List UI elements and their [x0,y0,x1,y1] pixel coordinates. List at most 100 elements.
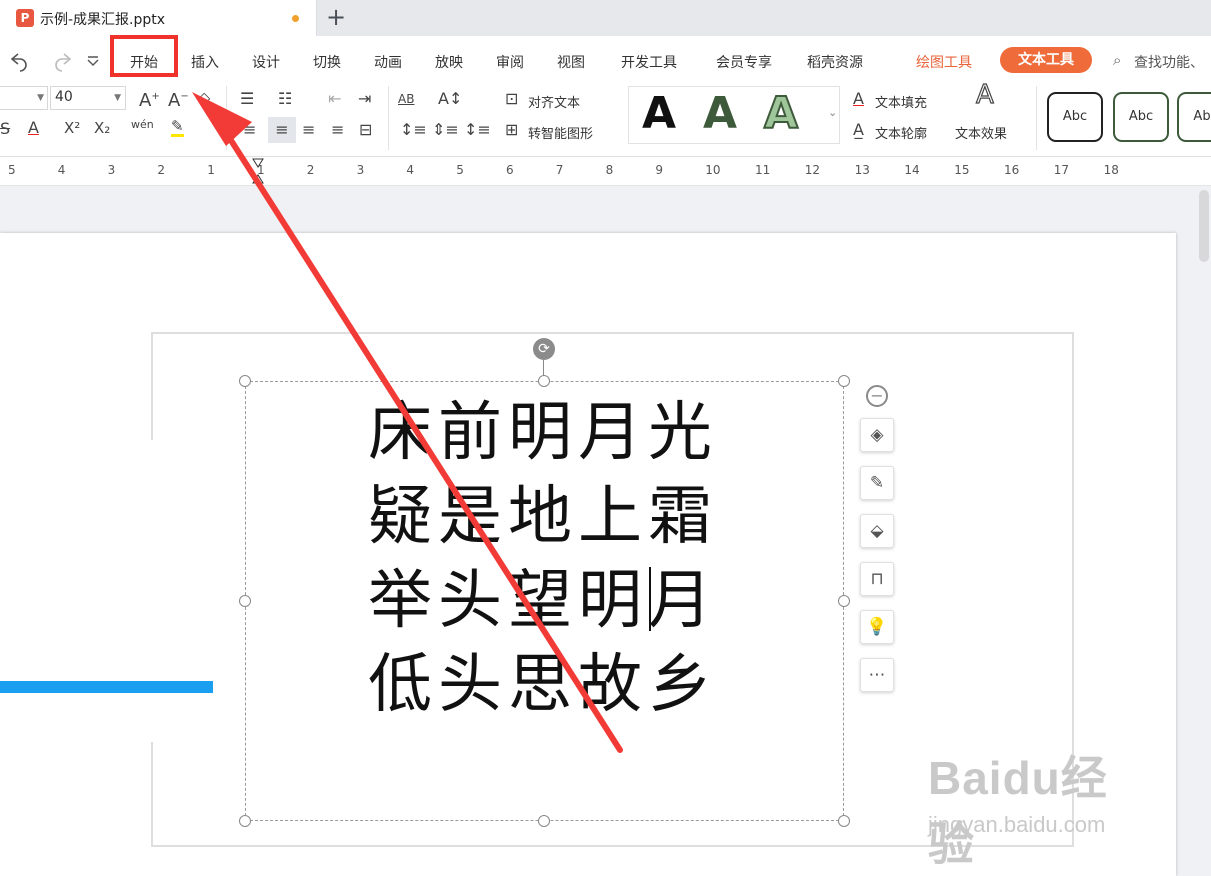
text-cursor [649,567,651,631]
ruler-tick-label: 4 [406,163,415,177]
menu-docer[interactable]: 稻壳资源 [807,52,863,72]
ruler-tick-label: 17 [1053,163,1070,177]
ruler-tick-label: 3 [356,163,365,177]
menu-text-tools[interactable]: 文本工具 [1000,47,1092,73]
document-title[interactable]: 示例-成果汇报.pptx [40,9,165,29]
ruler-tick-label: 4 [57,163,66,177]
ribbon-divider [388,86,389,150]
menu-view[interactable]: 视图 [557,52,585,72]
menu-design[interactable]: 设计 [252,52,280,72]
rotate-handle-icon[interactable]: ⟳ [533,338,555,360]
increase-indent-icon[interactable]: ⇥ [358,90,371,108]
increase-font-icon[interactable]: A+ [139,88,160,110]
customize-toolbar-icon[interactable] [87,56,99,66]
align-left-icon[interactable]: ≡ [243,121,256,139]
text-fill-icon[interactable]: A [853,90,864,108]
bullet-list-icon[interactable]: ☰ [240,90,254,108]
ruler-tick-label: 18 [1103,163,1119,177]
line-spacing-icon[interactable]: ↕≡ [400,121,427,139]
text-style-green[interactable]: A [703,88,737,140]
menu-developer[interactable]: 开发工具 [621,52,677,72]
distribute-icon[interactable]: ⊟ [359,121,372,139]
resize-handle-top-right[interactable] [838,375,850,387]
align-right-icon[interactable]: ≡ [302,121,315,139]
more-styles-icon[interactable]: ⌄ [828,104,837,122]
presentation-icon: P [16,9,34,27]
resize-handle-right[interactable] [838,595,850,607]
align-text-button[interactable]: 对齐文本 [528,92,580,111]
phonetic-guide-icon[interactable]: wén [131,116,154,134]
paragraph-spacing-icon[interactable]: ⇕≡ [432,121,459,139]
decrease-font-icon[interactable]: A− [168,88,189,110]
text-direction-icon[interactable]: A↕ [438,90,462,108]
indent-marker-icon[interactable] [251,157,265,185]
resize-handle-left[interactable] [239,595,251,607]
watermark-logo: Baidu经验 [928,752,1108,870]
superscript-icon[interactable]: X² [64,119,80,137]
more-options-icon[interactable]: ⋯ [860,658,894,692]
menu-animations[interactable]: 动画 [374,52,402,72]
poem-line-1[interactable]: 床前明月光 [368,398,718,468]
smart-shape-icon[interactable]: ⊞ [505,121,518,139]
resize-handle-top-left[interactable] [239,375,251,387]
collapse-toolbar-icon[interactable]: − [866,385,888,407]
vertical-scrollbar[interactable] [1199,190,1209,262]
character-spacing-icon[interactable]: AB [398,90,414,108]
text-style-black[interactable]: A [642,88,676,140]
poem-line-3[interactable]: 举头望明月 [368,566,718,636]
menu-drawing-tools[interactable]: 绘图工具 [916,52,972,72]
menu-member[interactable]: 会员专享 [716,52,772,72]
menu-transitions[interactable]: 切换 [313,52,341,72]
ruler-tick-label: 8 [605,163,614,177]
layers-icon[interactable]: ◈ [860,418,894,452]
align-text-icon[interactable]: ⊡ [505,90,518,108]
menu-slideshow[interactable]: 放映 [435,52,463,72]
undo-icon[interactable] [10,53,27,72]
highlight-icon[interactable]: ✎ [171,118,184,137]
align-center-icon[interactable]: ≡ [268,117,296,143]
new-tab-button[interactable]: + [326,4,346,30]
resize-handle-bottom[interactable] [538,815,550,827]
resize-handle-bottom-right[interactable] [838,815,850,827]
poem-line-2[interactable]: 疑是地上霜 [368,482,718,552]
ruler-tick-label: 5 [456,163,464,177]
subscript-icon[interactable]: X₂ [94,119,110,137]
search-icon[interactable]: ⌕ [1113,51,1121,69]
resize-handle-top[interactable] [538,375,550,387]
decrease-indent-icon[interactable]: ⇤ [328,90,341,108]
phonetic-label: wén [131,118,154,131]
menu-review[interactable]: 审阅 [496,52,524,72]
shape-style-2[interactable]: Abc [1113,92,1169,142]
font-size-input[interactable]: 40 ▼ [50,86,126,110]
numbered-list-icon[interactable]: ☷ [278,90,292,108]
strikethrough-icon[interactable]: S [0,120,10,138]
brush-icon[interactable]: ✎ [860,466,894,500]
text-outline-icon[interactable]: A̲ [853,121,864,139]
ruler-tick-label: 10 [705,163,721,177]
paragraph-settings-icon[interactable]: ↕≡ [464,121,491,139]
lightbulb-icon[interactable]: 💡 [860,610,894,644]
shape-style-3[interactable]: Ab [1177,92,1211,142]
text-effect-icon[interactable]: A [975,81,994,108]
ruler-tick-label: 11 [755,163,771,177]
shape-style-1[interactable]: Abc [1047,92,1103,142]
ruler-tick-label: 7 [555,163,564,177]
resize-handle-bottom-left[interactable] [239,815,251,827]
ruler-tick-label: 2 [157,163,166,177]
outline-icon[interactable]: ⊓ [860,562,894,596]
clear-format-icon[interactable]: ◇ [198,89,210,107]
blue-accent-bar[interactable] [0,681,213,693]
poem-line-4[interactable]: 低头思故乡 [368,650,718,720]
text-style-outline[interactable]: A [763,87,799,140]
justify-icon[interactable]: ≡ [331,121,344,139]
text-fill-button[interactable]: 文本填充 [875,92,927,111]
font-color-icon[interactable]: A [28,119,39,137]
redo-icon[interactable] [55,53,72,72]
font-name-dropdown[interactable]: ▼ [0,86,48,110]
smart-shape-button[interactable]: 转智能图形 [528,123,593,142]
text-effect-button[interactable]: 文本效果 [955,123,1007,142]
menu-insert[interactable]: 插入 [191,52,219,72]
search-features[interactable]: 查找功能、 [1134,52,1204,72]
fill-icon[interactable]: ⬙ [860,514,894,548]
text-outline-button[interactable]: 文本轮廓 [875,123,927,142]
